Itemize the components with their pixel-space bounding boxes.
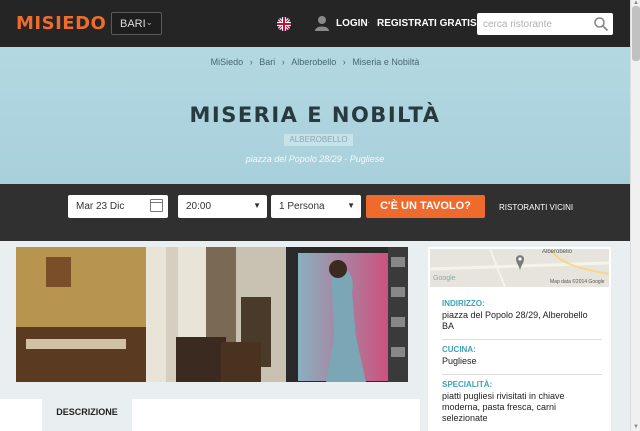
breadcrumb-separator: › [342, 57, 346, 67]
cuisine-label: CUCINA: [442, 345, 476, 354]
date-picker[interactable]: Mar 23 Dic [68, 195, 168, 218]
address-label: INDIRIZZO: [442, 299, 485, 308]
info-panel: Alberobello Google Map data ©2014 Google… [428, 247, 611, 431]
breadcrumb-separator: › [249, 57, 253, 67]
uk-flag-icon[interactable] [277, 17, 291, 31]
booking-bar: Mar 23 Dic 20:00 ▼ 1 Persona ▼ C'È UN TA… [0, 184, 630, 241]
address-value: piazza del Popolo 28/29, Alberobello BA [442, 310, 602, 332]
city-selector[interactable]: BARI ⌄ [111, 12, 162, 35]
breadcrumb-bari[interactable]: Bari [259, 57, 275, 67]
scrollbar-thumb[interactable] [632, 6, 640, 61]
main-content: DESCRIZIONE Alberobello Google Map data … [0, 241, 630, 431]
breadcrumb-misiedo[interactable]: MiSiedo [211, 57, 244, 67]
persons-value: 1 Persona [279, 201, 325, 212]
restaurant-info: INDIRIZZO: piazza del Popolo 28/29, Albe… [442, 299, 602, 431]
logo-text: MISIEDO [16, 13, 107, 34]
caret-down-icon: ▼ [253, 201, 261, 210]
register-link[interactable]: REGISTRATI GRATIS [377, 18, 477, 29]
breadcrumb: MiSiedo › Bari › Alberobello › Miseria e… [0, 57, 630, 67]
chevron-down-icon: ⌄ [145, 17, 153, 27]
search-icon[interactable] [593, 16, 609, 32]
breadcrumb-current: Miseria e Nobiltà [352, 57, 420, 67]
date-value: Mar 23 Dic [76, 201, 125, 212]
time-value: 20:00 [186, 201, 212, 212]
nearby-restaurants-link[interactable]: RISTORANTI VICINI [499, 203, 573, 212]
tabs-bar: DESCRIZIONE [0, 399, 420, 431]
address-line: BA [442, 321, 455, 331]
scroll-down-arrow-icon[interactable]: ▼ [632, 424, 640, 430]
location-map[interactable]: Alberobello Google Map data ©2014 Google [430, 249, 609, 287]
specialty-line: moderna, pasta fresca, carni [442, 402, 557, 412]
address-line: piazza del Popolo 28/29, Alberobello [442, 310, 588, 320]
user-icon [315, 16, 329, 31]
divider [442, 339, 602, 340]
search-box [477, 13, 613, 35]
tab-description[interactable]: DESCRIZIONE [42, 399, 132, 431]
specialty-line: selezionate [442, 413, 488, 423]
breadcrumb-separator: › [281, 57, 285, 67]
cuisine-value: Pugliese [442, 356, 477, 366]
search-input[interactable] [477, 13, 587, 35]
map-attribution: Map data ©2014 Google [550, 279, 605, 285]
specialty-label: SPECIALITÀ: [442, 380, 493, 389]
persons-select[interactable]: 1 Persona ▼ [271, 195, 361, 218]
caret-down-icon: ▼ [347, 201, 355, 210]
restaurant-subtitle: piazza del Popolo 28/29 - Pugliese [245, 154, 385, 164]
time-select[interactable]: 20:00 ▼ [178, 195, 267, 218]
restaurant-photo [16, 247, 408, 382]
city-badge[interactable]: ALBEROBELLO [284, 134, 353, 146]
divider [442, 374, 602, 375]
check-table-button[interactable]: C'È UN TAVOLO? [366, 195, 485, 218]
hero-banner: MiSiedo › Bari › Alberobello › Miseria e… [0, 47, 630, 184]
specialty-value: piatti pugliesi rivisitati in chiave mod… [442, 391, 602, 424]
misiedo-logo[interactable]: MISIEDO [16, 13, 106, 34]
city-selector-label: BARI [120, 18, 146, 30]
breadcrumb-alberobello[interactable]: Alberobello [291, 57, 336, 67]
nav-separator: · [367, 17, 371, 28]
top-navbar: MISIEDO BARI ⌄ LOGIN · REGISTRATI GRATIS [0, 0, 630, 47]
login-link[interactable]: LOGIN [336, 18, 368, 29]
restaurant-title: MISERIA E NOBILTÀ [189, 103, 441, 127]
map-place-label: Alberobello [542, 249, 573, 255]
calendar-icon[interactable] [150, 199, 163, 212]
page-scrollbar[interactable]: ▲ ▼ [630, 0, 640, 431]
specialty-line: piatti pugliesi rivisitati in chiave [442, 391, 565, 401]
google-logo: Google [433, 275, 456, 282]
